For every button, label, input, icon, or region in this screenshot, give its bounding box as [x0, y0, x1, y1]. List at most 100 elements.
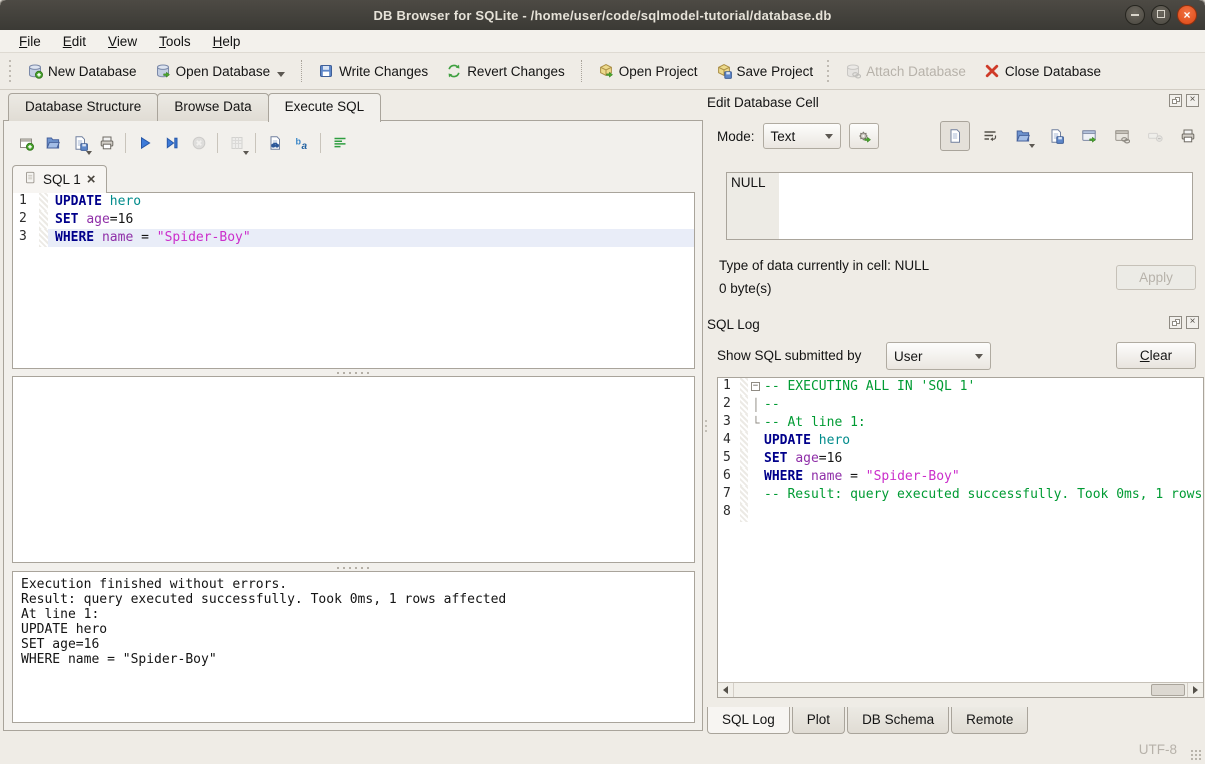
text-mode-button[interactable]	[940, 121, 970, 151]
menubar: FileEditViewToolsHelp	[0, 30, 1205, 53]
word-wrap-button[interactable]	[977, 123, 1003, 149]
execution-log[interactable]: Execution finished without errors. Resul…	[12, 571, 695, 723]
dock-tab-plot[interactable]: Plot	[792, 707, 845, 734]
fold-margin	[740, 468, 748, 486]
menu-edit[interactable]: Edit	[54, 32, 95, 51]
line-number: 1	[718, 378, 740, 396]
scroll-right-icon[interactable]	[1187, 683, 1203, 697]
log-line[interactable]: 1−-- EXECUTING ALL IN 'SQL 1'	[718, 378, 1203, 396]
import-file-button[interactable]	[1010, 123, 1036, 149]
close-panel-icon[interactable]: ×	[1186, 94, 1199, 107]
scroll-left-icon[interactable]	[718, 683, 734, 697]
fold-collapse-icon[interactable]: −	[751, 382, 760, 391]
copy-link-button[interactable]	[1109, 123, 1135, 149]
resize-grip-icon[interactable]	[1190, 749, 1202, 761]
sql-tab-label: SQL 1	[43, 172, 81, 187]
chevron-down-icon	[86, 151, 92, 155]
tab-execute-sql[interactable]: Execute SQL	[268, 93, 382, 122]
filter-label: Show SQL submitted by	[717, 348, 861, 363]
log-line[interactable]: 3└-- At line 1:	[718, 414, 1203, 432]
editor-line[interactable]: 3WHERE name = "Spider-Boy"	[13, 229, 694, 247]
print-button[interactable]	[93, 130, 120, 156]
log-line[interactable]: 4 UPDATE hero	[718, 432, 1203, 450]
print-cell-icon	[1180, 128, 1196, 144]
print-cell-button[interactable]	[1175, 123, 1201, 149]
log-line[interactable]: 2│--	[718, 396, 1203, 414]
splitter-results-log[interactable]	[12, 565, 695, 570]
results-grid[interactable]	[12, 376, 695, 563]
save-project-button[interactable]: Save Project	[707, 58, 823, 84]
sql-log-view[interactable]: 1−-- EXECUTING ALL IN 'SQL 1'2│--3└-- At…	[717, 377, 1204, 698]
open-project-button[interactable]: Open Project	[589, 58, 707, 84]
clear-button[interactable]: Clear	[1116, 342, 1196, 369]
minimize-icon[interactable]	[1125, 5, 1145, 25]
save-sql-file-button[interactable]	[66, 130, 93, 156]
right-dock: Edit Database Cell × Mode: Text NULL Typ…	[707, 93, 1203, 734]
cell-editor[interactable]: NULL	[726, 172, 1193, 240]
scrollbar-thumb[interactable]	[1151, 684, 1185, 696]
editor-line[interactable]: 2SET age=16	[13, 211, 694, 229]
fold-margin	[740, 396, 748, 414]
submitter-select[interactable]: User	[886, 342, 991, 370]
toolbar-separator	[217, 133, 218, 153]
log-line[interactable]: 8	[718, 504, 1203, 522]
log-line[interactable]: 7 -- Result: query executed successfully.…	[718, 486, 1203, 504]
code-line: UPDATE hero	[764, 432, 1203, 450]
format-sql-button[interactable]	[326, 130, 353, 156]
open-database-button[interactable]: Open Database	[146, 58, 295, 84]
execute-current-line-button[interactable]	[158, 130, 185, 156]
horizontal-scrollbar[interactable]	[718, 682, 1203, 697]
new-database-button[interactable]: New Database	[18, 58, 146, 84]
dock-tab-db-schema[interactable]: DB Schema	[847, 707, 949, 734]
write-changes-icon	[318, 63, 334, 79]
menu-help[interactable]: Help	[204, 32, 250, 51]
tab-browse-data[interactable]: Browse Data	[157, 93, 268, 121]
splitter-editor-results[interactable]	[12, 370, 695, 375]
write-changes-button[interactable]: Write Changes	[309, 58, 437, 84]
close-icon[interactable]: ×	[1177, 5, 1197, 25]
replace-button[interactable]: ba	[288, 130, 315, 156]
close-database-button[interactable]: Close Database	[975, 58, 1110, 84]
execute-sql-panel: ba SQL 1 × 1UPDATE hero2SET age=163WHERE…	[3, 120, 703, 731]
menu-file[interactable]: File	[10, 32, 50, 51]
dock-tab-sql-log[interactable]: SQL Log	[707, 707, 790, 734]
line-number: 4	[718, 432, 740, 450]
toolbar-handle[interactable]	[826, 60, 832, 82]
sql-editor-tab[interactable]: SQL 1 ×	[12, 165, 107, 193]
open-external-button[interactable]	[1076, 123, 1102, 149]
svg-text:a: a	[301, 141, 307, 151]
tab-close-icon[interactable]: ×	[87, 174, 96, 186]
close-database-label: Close Database	[1005, 64, 1101, 79]
new-sql-tab-button[interactable]	[12, 130, 39, 156]
apply-settings-icon[interactable]	[849, 123, 879, 149]
apply-button[interactable]: Apply	[1116, 265, 1196, 290]
fold-column	[748, 450, 764, 468]
float-panel-icon[interactable]	[1169, 316, 1182, 329]
close-panel-icon[interactable]: ×	[1186, 316, 1199, 329]
dock-tab-remote[interactable]: Remote	[951, 707, 1028, 734]
fold-margin	[740, 450, 748, 468]
code-line: -- Result: query executed successfully. …	[764, 486, 1204, 504]
sql-editor[interactable]: 1UPDATE hero2SET age=163WHERE name = "Sp…	[12, 192, 695, 369]
log-line[interactable]: 6WHERE name = "Spider-Boy"	[718, 468, 1203, 486]
float-panel-icon[interactable]	[1169, 94, 1182, 107]
print-icon	[99, 135, 115, 151]
tab-database-structure[interactable]: Database Structure	[8, 93, 158, 121]
line-number: 2	[718, 396, 740, 414]
mode-select[interactable]: Text	[763, 123, 841, 149]
maximize-icon[interactable]	[1151, 5, 1171, 25]
toolbar-handle[interactable]	[8, 60, 14, 82]
export-results-button	[223, 130, 250, 156]
chevron-down-icon	[243, 151, 249, 155]
execute-all-button[interactable]	[131, 130, 158, 156]
log-line[interactable]: 5SET age=16	[718, 450, 1203, 468]
open-sql-file-button[interactable]	[39, 130, 66, 156]
sql-editor-toolbar: ba	[12, 129, 353, 157]
menu-tools[interactable]: Tools	[150, 32, 200, 51]
line-number: 7	[718, 486, 740, 504]
find-button[interactable]	[261, 130, 288, 156]
menu-view[interactable]: View	[99, 32, 146, 51]
export-file-button[interactable]	[1043, 123, 1069, 149]
revert-changes-button[interactable]: Revert Changes	[437, 58, 574, 84]
editor-line[interactable]: 1UPDATE hero	[13, 193, 694, 211]
